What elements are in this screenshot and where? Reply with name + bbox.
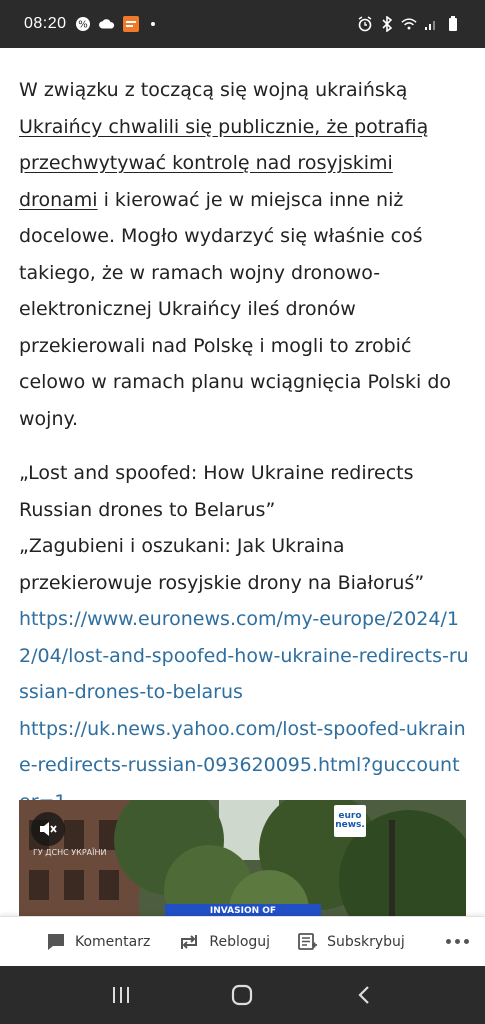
home-icon bbox=[232, 984, 253, 1006]
signal-icon bbox=[423, 16, 439, 32]
comment-icon bbox=[48, 933, 64, 950]
subscribe-button[interactable]: Subskrybuj bbox=[298, 932, 405, 951]
more-options-button[interactable] bbox=[446, 939, 469, 944]
percent-badge-icon: % bbox=[75, 16, 91, 32]
comment-button[interactable]: Komentarz bbox=[46, 933, 150, 951]
speaker-muted-icon bbox=[40, 822, 57, 836]
reblog-button[interactable]: Rebloguj bbox=[178, 933, 270, 951]
quote-english: „Lost and spoofed: How Ukraine redirects… bbox=[19, 462, 414, 521]
alarm-icon bbox=[357, 16, 373, 32]
euronews-logo: euro news. bbox=[334, 805, 366, 837]
status-bar: 08:20 % bbox=[0, 0, 485, 48]
subscribe-icon bbox=[298, 932, 318, 950]
battery-icon bbox=[445, 16, 461, 32]
post-action-bar: Komentarz Rebloguj Subskrybuj bbox=[0, 916, 485, 966]
more-dot-icon bbox=[446, 939, 451, 944]
reblog-icon bbox=[181, 934, 198, 949]
post-body: W związku z toczącą się wojną ukraińską … bbox=[19, 72, 469, 820]
reblog-label: Rebloguj bbox=[209, 933, 271, 950]
status-time: 08:20 bbox=[24, 15, 67, 32]
logo-line-2: news. bbox=[335, 820, 365, 830]
comment-label: Komentarz bbox=[75, 933, 151, 950]
more-dot-icon bbox=[464, 939, 469, 944]
cloud-icon bbox=[98, 16, 115, 32]
euronews-url-link[interactable]: https://www.euronews.com/my-europe/2024/… bbox=[19, 601, 469, 711]
app-notification-icon bbox=[122, 16, 139, 32]
back-chevron-icon bbox=[358, 986, 369, 1004]
subscribe-label: Subskrybuj bbox=[327, 933, 405, 950]
svg-text:%: % bbox=[78, 20, 88, 31]
source-emblem: ГУ ДСНС УКРАЇНИ bbox=[33, 848, 107, 857]
paragraph-1: W związku z toczącą się wojną ukraińską … bbox=[19, 72, 469, 437]
paragraph-1-rest: i kierować je w miejsca inne niż docelow… bbox=[19, 188, 452, 430]
paragraph-2: „Lost and spoofed: How Ukraine redirects… bbox=[19, 455, 469, 820]
bluetooth-icon bbox=[379, 16, 395, 32]
paragraph-1-intro: W związku z toczącą się wojną ukraińską bbox=[19, 79, 408, 101]
recent-apps-button[interactable] bbox=[101, 975, 141, 1015]
system-navigation-bar bbox=[0, 966, 485, 1024]
back-button[interactable] bbox=[344, 975, 384, 1015]
more-notifications-dot bbox=[150, 22, 155, 26]
home-button[interactable] bbox=[222, 975, 262, 1015]
more-dot-icon bbox=[455, 939, 460, 944]
recent-apps-icon bbox=[112, 987, 129, 1003]
wifi-icon bbox=[401, 16, 417, 32]
quote-polish: „Zagubieni i oszukani: Jak Ukraina przek… bbox=[19, 535, 425, 594]
mute-button[interactable] bbox=[31, 812, 65, 846]
emblem-text: ГУ ДСНС УКРАЇНИ bbox=[33, 848, 107, 857]
